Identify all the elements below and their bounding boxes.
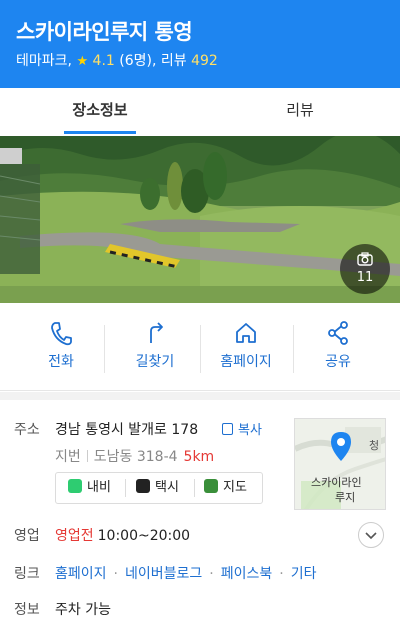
separator-dot: · — [113, 566, 118, 582]
call-button[interactable]: 전화 — [11, 319, 111, 381]
call-label: 전화 — [48, 354, 74, 370]
map-place-line1: 스카이라인 — [311, 476, 362, 489]
tab-place-info[interactable]: 장소정보 — [0, 88, 200, 134]
rating-value: 4.1 — [92, 53, 115, 69]
category-label: 테마파크, — [16, 53, 72, 69]
map-place-line2: 루지 — [335, 491, 356, 504]
tab-reviews-label: 리뷰 — [286, 101, 314, 119]
share-icon — [328, 321, 348, 345]
share-button[interactable]: 공유 — [288, 319, 388, 381]
info-value: 주차 가능 — [55, 602, 111, 618]
directions-button[interactable]: 길찾기 — [105, 319, 205, 381]
map-thumbnail[interactable]: 청 스카이라인 루지 — [294, 418, 386, 510]
link-homepage[interactable]: 홈페이지 — [55, 566, 107, 582]
hours-label: 영업 — [14, 528, 40, 544]
phone-icon — [51, 322, 72, 346]
divider — [194, 479, 195, 497]
divider — [125, 479, 126, 497]
tab-place-info-label: 장소정보 — [72, 101, 128, 119]
navi-label: 내비 — [87, 480, 111, 495]
distance-value: 5km — [183, 449, 215, 465]
address-value: 경남 통영시 발개로 178 — [55, 422, 199, 438]
home-icon — [236, 323, 256, 343]
separator-dot: · — [279, 566, 284, 582]
camera-icon — [357, 252, 373, 266]
place-title: 스카이라인루지 통영 — [16, 20, 193, 44]
link-facebook[interactable]: 페이스북 — [221, 566, 273, 582]
homepage-label: 홈페이지 — [220, 354, 272, 370]
share-label: 공유 — [325, 354, 351, 370]
rating-count: (6명), — [119, 53, 157, 69]
link-other[interactable]: 기타 — [291, 566, 317, 582]
jibun-value: 도남동 318-4 — [93, 449, 178, 465]
divider — [86, 450, 88, 462]
open-status: 영업전 — [55, 528, 94, 544]
copy-label: 복사 — [238, 423, 262, 438]
tab-bar: 장소정보 리뷰 — [0, 88, 400, 134]
separator-dot: · — [209, 566, 214, 582]
jibun-label: 지번 — [55, 449, 81, 465]
kakao-navi-icon — [68, 479, 82, 493]
location-pin-icon — [331, 432, 351, 461]
star-icon: ★ — [76, 54, 89, 69]
map-pin-icon — [204, 479, 218, 493]
taxi-button[interactable]: 택시 — [136, 473, 179, 503]
link-naver-blog[interactable]: 네이버블로그 — [125, 566, 202, 582]
review-count[interactable]: 492 — [191, 53, 218, 69]
place-header: 스카이라인루지 통영 테마파크, ★ 4.1 (6명), 리뷰 492 — [0, 0, 400, 88]
info-label: 정보 — [14, 602, 40, 618]
copy-icon — [222, 423, 233, 435]
map-label-top: 청 — [369, 439, 380, 452]
expand-hours-button[interactable] — [358, 522, 384, 548]
taxi-label: 택시 — [155, 480, 179, 495]
chevron-down-icon — [365, 532, 377, 540]
action-bar: 전화 길찾기 홈페이지 공유 — [0, 303, 400, 391]
map-button[interactable]: 지도 — [204, 473, 247, 503]
hours-time: 10:00~20:00 — [97, 528, 191, 544]
navi-button[interactable]: 내비 — [68, 473, 111, 503]
section-separator — [0, 392, 400, 400]
review-label: 리뷰 — [160, 53, 187, 69]
copy-address-button[interactable]: 복사 — [222, 419, 262, 438]
photo-count: 11 — [356, 270, 374, 285]
map-label: 지도 — [223, 480, 247, 495]
links-row: 홈페이지 · 네이버블로그 · 페이스북 · 기타 — [55, 563, 316, 583]
directions-label: 길찾기 — [135, 354, 175, 370]
directions-icon — [150, 322, 163, 343]
links-label: 링크 — [14, 566, 40, 582]
photo-count-badge[interactable]: 11 — [340, 244, 390, 294]
active-tab-indicator — [64, 131, 136, 134]
taxi-icon — [136, 479, 150, 493]
address-label: 주소 — [14, 422, 40, 438]
jibun-row: 지번 도남동 318-4 5km — [55, 446, 214, 466]
tab-reviews[interactable]: 리뷰 — [200, 88, 400, 134]
homepage-button[interactable]: 홈페이지 — [196, 319, 296, 381]
hours-row: 영업전 10:00~20:00 — [55, 525, 190, 545]
place-subtitle: 테마파크, ★ 4.1 (6명), 리뷰 492 — [16, 50, 218, 70]
nav-button-group: 내비 택시 지도 — [55, 472, 263, 504]
